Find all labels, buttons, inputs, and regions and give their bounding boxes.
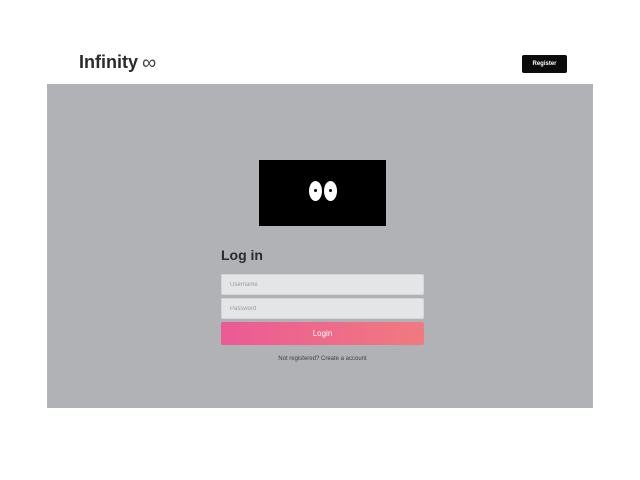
login-panel: Log in Login Not registered? Create a ac…: [47, 84, 593, 408]
page: Infinity ∞ Register Log in Login Not reg…: [0, 0, 640, 480]
login-button[interactable]: Login: [221, 322, 424, 345]
brand-logo[interactable]: Infinity ∞: [79, 52, 156, 73]
brand-name: Infinity: [79, 52, 138, 72]
register-button[interactable]: Register: [522, 55, 567, 73]
username-input[interactable]: [221, 274, 424, 295]
password-input[interactable]: [221, 298, 424, 319]
create-account-link[interactable]: Not registered? Create a account: [221, 356, 424, 362]
left-eye-icon: [309, 181, 322, 201]
right-eye-icon: [324, 181, 337, 201]
infinity-icon: ∞: [142, 51, 157, 74]
left-pupil: [314, 189, 317, 192]
login-title: Log in: [221, 247, 263, 263]
eyes-icon: [259, 160, 386, 226]
right-pupil: [329, 189, 332, 192]
